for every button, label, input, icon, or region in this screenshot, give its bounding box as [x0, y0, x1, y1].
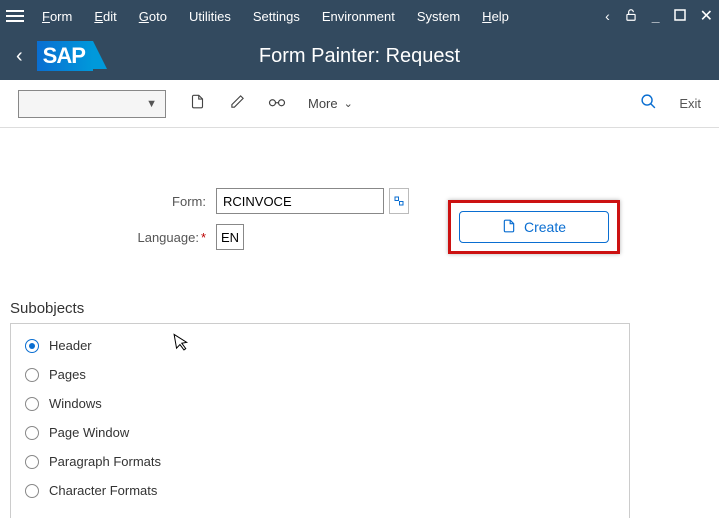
subobject-radio-pages[interactable]: Pages: [25, 367, 615, 382]
menu-utilities[interactable]: Utilities: [179, 5, 241, 28]
sap-logo: SAP: [37, 41, 93, 71]
language-input[interactable]: [216, 224, 244, 250]
subobject-radio-windows[interactable]: Windows: [25, 396, 615, 411]
subobject-radio-page-window[interactable]: Page Window: [25, 425, 615, 440]
chevron-down-icon: ⌄: [344, 97, 353, 110]
chevron-down-icon: ▼: [146, 98, 157, 110]
language-label: Language:*: [10, 230, 210, 245]
exit-button[interactable]: Exit: [679, 96, 701, 111]
more-dropdown[interactable]: More ⌄: [308, 96, 353, 111]
create-button[interactable]: Create: [459, 211, 609, 243]
create-label: Create: [524, 219, 566, 235]
document-icon[interactable]: [188, 93, 206, 114]
document-icon: [502, 218, 516, 237]
form-label: Form:: [10, 194, 210, 209]
subobjects-title: Subobjects: [10, 300, 709, 317]
menu-help[interactable]: Help: [472, 5, 519, 28]
radio-icon: [25, 397, 39, 411]
radio-label: Header: [49, 338, 92, 353]
close-icon[interactable]: ✕: [700, 6, 713, 26]
back-icon[interactable]: ‹: [16, 45, 23, 68]
radio-icon: [25, 484, 39, 498]
menu-goto[interactable]: Goto: [129, 5, 177, 28]
radio-label: Paragraph Formats: [49, 454, 161, 469]
search-icon[interactable]: [640, 93, 657, 115]
radio-icon: [25, 455, 39, 469]
body: Form: Language:* Subobjects Header Pages W…: [0, 128, 719, 528]
radio-icon: [25, 426, 39, 440]
menu-system[interactable]: System: [407, 5, 470, 28]
subobjects-group: Header Pages Windows Page Window Paragraph F…: [10, 323, 630, 518]
app-toolbar: ▼ More ⌄ Exit: [0, 80, 719, 128]
f4-help-icon[interactable]: [389, 188, 409, 214]
radio-label: Page Window: [49, 425, 129, 440]
radio-icon: [25, 339, 39, 353]
maximize-icon[interactable]: [674, 8, 686, 24]
menu-settings[interactable]: Settings: [243, 5, 310, 28]
page-title: Form Painter: Request: [259, 45, 460, 68]
minimize-icon[interactable]: _: [652, 8, 660, 24]
glasses-icon[interactable]: [268, 95, 286, 113]
menu-bar: Form Edit Goto Utilities Settings Enviro…: [0, 0, 719, 32]
pencil-icon[interactable]: [228, 94, 246, 113]
subobjects-section: Subobjects Header Pages Windows Page Window…: [10, 300, 709, 518]
subobject-radio-character-formats[interactable]: Character Formats: [25, 483, 615, 498]
menu-form[interactable]: Form: [32, 5, 82, 28]
title-bar: ‹ SAP Form Painter: Request: [0, 32, 719, 80]
chevron-left-icon[interactable]: ‹: [605, 8, 610, 24]
menu-edit[interactable]: Edit: [84, 5, 126, 28]
subobject-radio-paragraph-formats[interactable]: Paragraph Formats: [25, 454, 615, 469]
hamburger-icon[interactable]: [6, 10, 24, 22]
radio-label: Pages: [49, 367, 86, 382]
window-controls: ‹ _ ✕: [605, 6, 713, 26]
variant-select[interactable]: ▼: [18, 90, 166, 118]
more-label: More: [308, 96, 338, 111]
menu-environment[interactable]: Environment: [312, 5, 405, 28]
create-highlight-box: Create: [448, 200, 620, 254]
radio-label: Character Formats: [49, 483, 157, 498]
radio-label: Windows: [49, 396, 102, 411]
radio-icon: [25, 368, 39, 382]
subobject-radio-header[interactable]: Header: [25, 338, 615, 353]
required-mark: *: [201, 230, 206, 245]
lock-icon[interactable]: [624, 8, 638, 25]
form-input[interactable]: [216, 188, 384, 214]
